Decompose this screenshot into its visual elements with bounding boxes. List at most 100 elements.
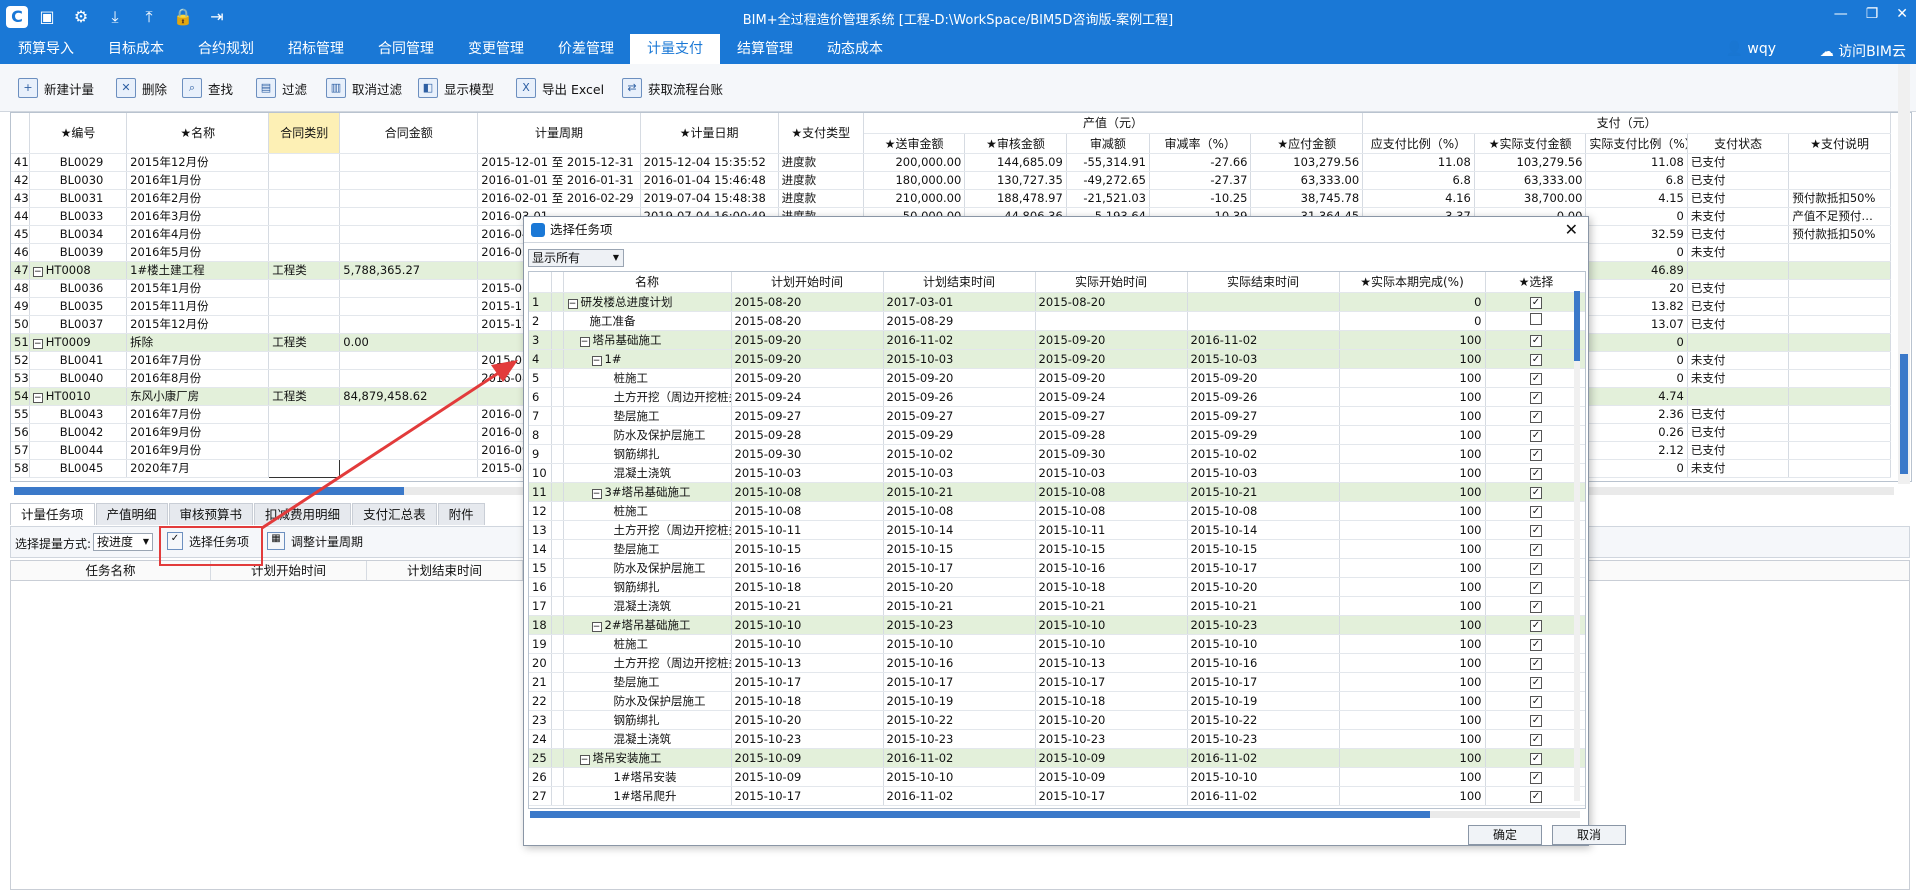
table-cell[interactable]: 未支付: [1687, 243, 1790, 262]
task-cell[interactable]: 100: [1339, 710, 1486, 730]
table-cell[interactable]: 2016-01-04 15:46:48: [640, 171, 779, 190]
select-checkbox[interactable]: ✓: [1530, 449, 1542, 461]
task-cell[interactable]: 2015-10-18: [731, 691, 884, 711]
tab-output-detail[interactable]: 产值明细: [95, 503, 168, 525]
grid-header-cell[interactable]: ★支付类型: [778, 113, 864, 154]
table-cell[interactable]: 0: [1585, 243, 1688, 262]
table-cell[interactable]: [1788, 423, 1891, 442]
task-cell[interactable]: 2015-09-26: [883, 387, 1036, 407]
task-cell[interactable]: 防水及保护层施工: [563, 558, 732, 578]
table-cell[interactable]: 工程类: [268, 261, 341, 280]
task-cell[interactable]: 1#塔吊爬升: [563, 786, 732, 806]
select-checkbox[interactable]: ✓: [1530, 753, 1542, 765]
collapse-icon[interactable]: −: [32, 393, 43, 403]
table-cell[interactable]: 0: [1585, 207, 1688, 226]
table-cell[interactable]: [268, 423, 341, 442]
table-cell[interactable]: 2015-12-04 15:35:52: [640, 153, 779, 172]
task-cell[interactable]: 2015-10-17: [1035, 786, 1188, 806]
task-cell[interactable]: − 研发楼总进度计划: [563, 292, 732, 312]
table-cell[interactable]: 5,788,365.27: [339, 261, 479, 280]
task-cell[interactable]: 2015-10-23: [1187, 729, 1340, 749]
table-cell[interactable]: [1788, 261, 1891, 280]
task-row[interactable]: 15 防水及保护层施工 2015-10-16 2015-10-17 2015-10-16…: [529, 558, 1585, 578]
select-checkbox[interactable]: ✓: [1530, 411, 1542, 423]
select-checkbox[interactable]: [1530, 313, 1542, 325]
table-cell[interactable]: 预付款抵扣50%: [1788, 189, 1891, 208]
select-checkbox[interactable]: ✓: [1530, 563, 1542, 575]
task-cell[interactable]: 2015-10-03: [883, 349, 1036, 369]
task-cell[interactable]: 2015-09-29: [1187, 425, 1340, 445]
select-checkbox[interactable]: ✓: [1530, 696, 1542, 708]
task-row[interactable]: 2 施工准备 2015-08-20 2015-08-29 0: [529, 311, 1585, 331]
table-cell[interactable]: 产值不足预付…: [1788, 207, 1891, 226]
task-cell[interactable]: 100: [1339, 653, 1486, 673]
task-cell[interactable]: 土方开挖（周边开挖桩头…: [563, 387, 732, 407]
table-cell[interactable]: 已支付: [1687, 315, 1790, 334]
grid-header-cell[interactable]: ★实际支付金额: [1474, 133, 1587, 154]
table-cell[interactable]: [339, 297, 479, 316]
table-cell[interactable]: [339, 441, 479, 460]
task-cell[interactable]: 2015-10-11: [1035, 520, 1188, 540]
task-cell[interactable]: 100: [1339, 501, 1486, 521]
task-cell[interactable]: 2015-10-08: [883, 501, 1036, 521]
task-cell[interactable]: 100: [1339, 539, 1486, 559]
select-checkbox[interactable]: ✓: [1530, 487, 1542, 499]
table-cell[interactable]: 103,279.56: [1474, 153, 1587, 172]
task-cell[interactable]: 桩施工: [563, 634, 732, 654]
task-cell[interactable]: 混凝土浇筑: [563, 596, 732, 616]
dialog-vscrollbar[interactable]: [1574, 291, 1580, 801]
cancel-button[interactable]: 取消: [1552, 825, 1626, 845]
task-cell[interactable]: 2015-09-20: [731, 330, 884, 350]
get-ledger-button[interactable]: ⇄ 获取流程台账: [622, 76, 723, 100]
tab-audit-budget[interactable]: 审核预算书: [168, 503, 254, 525]
table-cell[interactable]: 0.00: [339, 333, 479, 352]
table-cell[interactable]: 130,727.35: [964, 171, 1067, 190]
table-cell[interactable]: 2015-12-01 至 2015-12-31: [477, 153, 641, 172]
table-cell[interactable]: 2.12: [1585, 441, 1688, 460]
task-cell[interactable]: 2015-10-11: [731, 520, 884, 540]
table-cell[interactable]: [1788, 243, 1891, 262]
menu-tab[interactable]: 合同管理: [366, 34, 446, 64]
task-cell[interactable]: 2015-10-10: [1187, 767, 1340, 787]
table-cell[interactable]: [268, 207, 341, 226]
table-cell[interactable]: [1788, 387, 1891, 406]
task-cell[interactable]: 2015-10-21: [1187, 482, 1340, 502]
grid-header-cell[interactable]: 支付状态: [1687, 133, 1790, 154]
table-cell[interactable]: 13.07: [1585, 315, 1688, 334]
task-cell[interactable]: 2015-10-15: [731, 539, 884, 559]
table-cell[interactable]: [339, 225, 479, 244]
grid-header-cell[interactable]: ★应付金额: [1250, 133, 1364, 154]
task-cell[interactable]: 2015-09-27: [1035, 406, 1188, 426]
table-cell[interactable]: BL0033: [29, 207, 128, 226]
task-cell[interactable]: 2015-10-14: [883, 520, 1036, 540]
task-cell[interactable]: 2015-10-21: [1035, 596, 1188, 616]
table-cell[interactable]: [339, 315, 479, 334]
grid-header-cell[interactable]: ★名称: [126, 113, 270, 154]
task-cell[interactable]: 2015-09-26: [1187, 387, 1340, 407]
task-cell[interactable]: 100: [1339, 406, 1486, 426]
grid-header-cell[interactable]: 实际支付比例（%）: [1585, 133, 1688, 154]
table-cell[interactable]: 4.74: [1585, 387, 1688, 406]
task-cell[interactable]: 2015-10-10: [731, 634, 884, 654]
menu-tab[interactable]: 价差管理: [546, 34, 626, 64]
dialog-header-cell[interactable]: ★实际本期完成(%): [1339, 272, 1486, 293]
table-cell[interactable]: [339, 459, 479, 478]
task-cell[interactable]: − 塔吊基础施工: [563, 330, 732, 350]
table-cell[interactable]: 11.08: [1362, 153, 1475, 172]
filter-button[interactable]: ▤ 过滤: [256, 76, 307, 100]
task-cell[interactable]: 2015-09-27: [1187, 406, 1340, 426]
table-cell[interactable]: [1788, 369, 1891, 388]
task-cell[interactable]: 100: [1339, 786, 1486, 806]
table-cell[interactable]: BL0041: [29, 351, 128, 370]
select-checkbox[interactable]: ✓: [1530, 525, 1542, 537]
task-cell[interactable]: 2015-10-10: [1035, 615, 1188, 635]
close-icon[interactable]: ✕: [1565, 217, 1578, 243]
task-row[interactable]: 1− 研发楼总进度计划 2015-08-20 2017-03-01 2015-08-20…: [529, 292, 1585, 312]
task-cell[interactable]: 2015-10-16: [883, 653, 1036, 673]
table-cell[interactable]: 13.82: [1585, 297, 1688, 316]
task-cell[interactable]: 2016-11-02: [883, 748, 1036, 768]
table-cell[interactable]: [268, 369, 341, 388]
task-cell[interactable]: 防水及保护层施工: [563, 425, 732, 445]
task-cell[interactable]: − 塔吊安装施工: [563, 748, 732, 768]
table-cell[interactable]: [1788, 405, 1891, 424]
